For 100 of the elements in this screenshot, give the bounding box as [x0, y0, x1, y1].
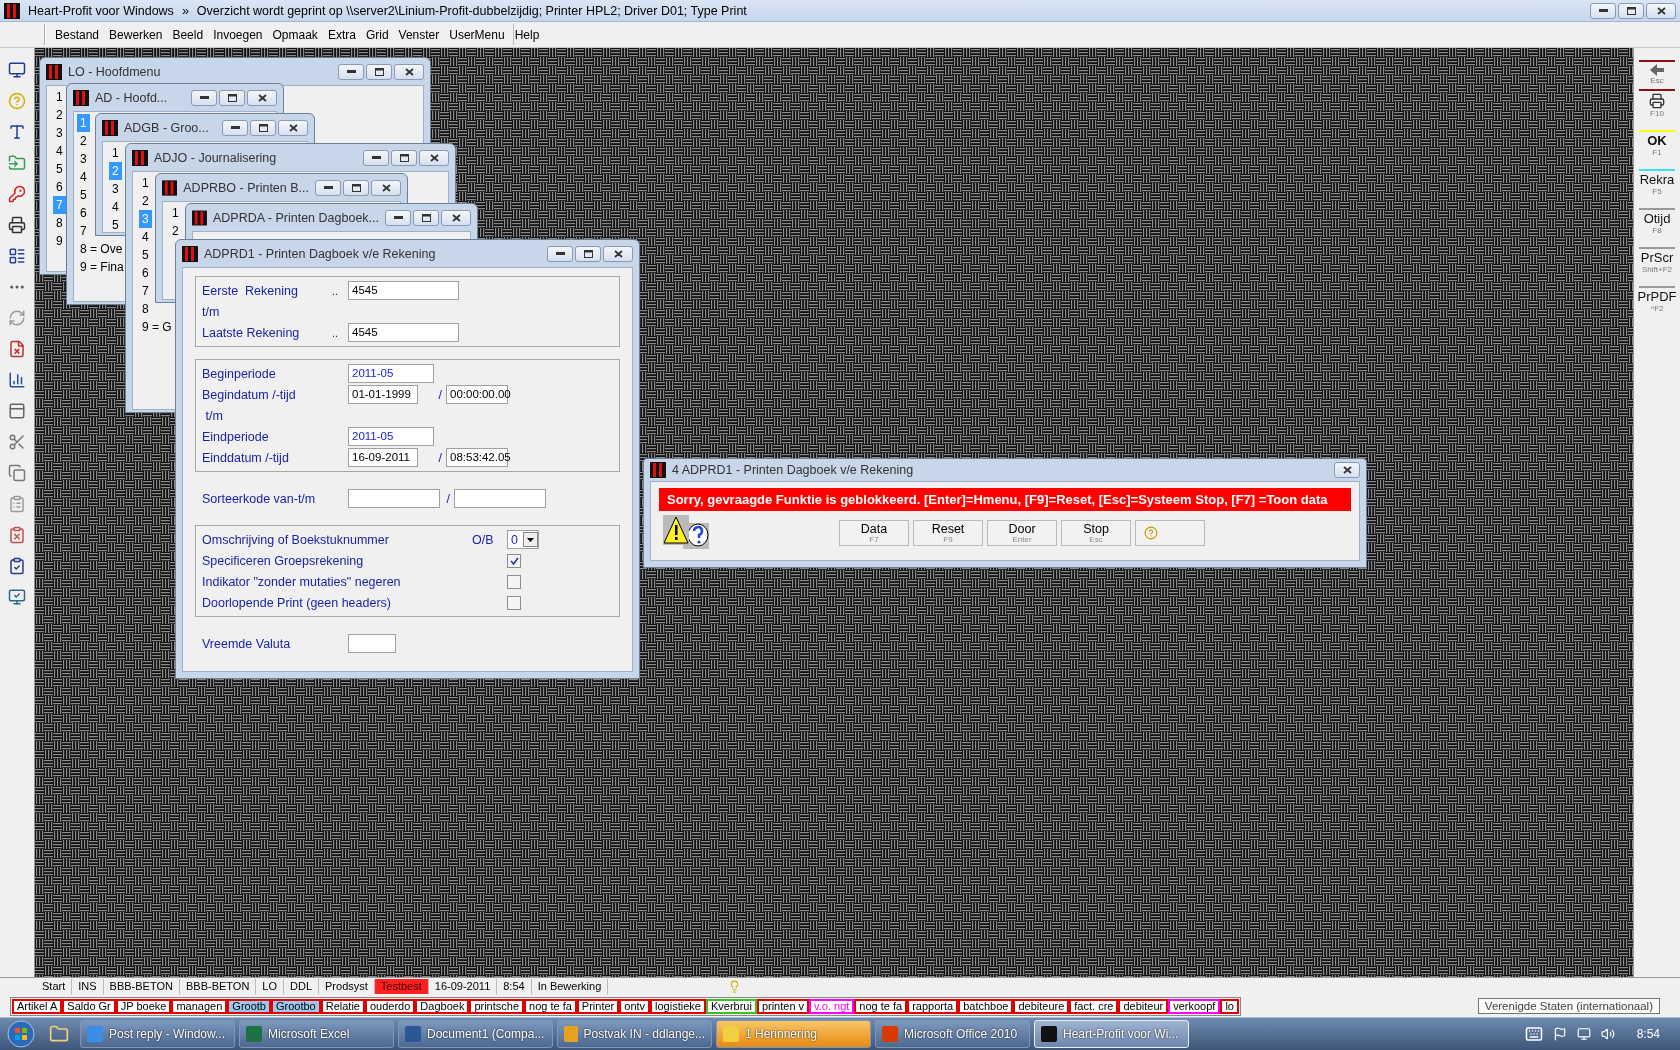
close-button[interactable] [278, 119, 308, 136]
checkbox[interactable] [507, 574, 521, 589]
menu-list-item[interactable]: 2 [53, 106, 66, 124]
dialog-button[interactable]: Stop Esc [1061, 520, 1131, 546]
restore-button[interactable] [1618, 2, 1644, 19]
restore-button[interactable] [250, 119, 276, 136]
taskbar-button[interactable]: Microsoft Excel [239, 1020, 394, 1048]
menu-list-item[interactable]: 4 [53, 142, 66, 160]
toolbar-button[interactable]: Rekra F5 [1639, 169, 1675, 196]
quick-tab[interactable]: JP boeke [115, 998, 172, 1014]
menu-item[interactable]: Extra [322, 27, 361, 42]
toolbar-button[interactable]: Otijd F8 [1639, 208, 1675, 235]
toolbar-button[interactable]: PrPDF ^F2 [1639, 286, 1675, 313]
restore-button[interactable] [343, 179, 369, 196]
menu-list-item[interactable]: 6 [139, 264, 152, 282]
menu-item[interactable]: Help [509, 27, 545, 42]
menu-list-item[interactable]: 2 [169, 222, 182, 240]
menu-item[interactable]: Invoegen [208, 27, 268, 42]
start-button[interactable] [4, 1019, 38, 1049]
quick-tab[interactable]: debiteur [1118, 998, 1169, 1014]
network-icon[interactable] [1576, 1027, 1591, 1041]
flag-icon[interactable] [1552, 1027, 1567, 1041]
menu-item[interactable]: Beeld [167, 27, 209, 42]
date-field[interactable]: 16-09-2011 [348, 448, 418, 467]
input-field[interactable]: 2011-05 [348, 427, 434, 446]
menu-list-item[interactable]: 8 [139, 300, 152, 318]
quick-tab[interactable]: lo [1220, 998, 1239, 1014]
quick-tab[interactable]: printen v [756, 998, 810, 1014]
toolbar-button[interactable]: OK F1 [1639, 130, 1675, 157]
taskbar-button[interactable]: Post reply - Window... [80, 1020, 235, 1048]
quick-tab[interactable]: Grootbo [270, 998, 321, 1014]
time-field[interactable]: 00:00:00.00 [446, 385, 508, 404]
menu-list-item[interactable]: 3 [77, 150, 90, 168]
minimize-button[interactable] [338, 63, 364, 80]
menu-list-item[interactable]: 3 [53, 124, 66, 142]
menu-list-item[interactable]: 9 [53, 232, 66, 250]
quick-tab[interactable]: debiteure [1013, 998, 1070, 1014]
menu-list-item[interactable]: 6 [77, 204, 90, 222]
menu-item[interactable]: UserMenu [444, 27, 510, 42]
quick-tab[interactable]: Dagboek [415, 998, 470, 1014]
menu-list-item[interactable]: 5 [77, 186, 90, 204]
menu-list-item[interactable]: 1 [139, 174, 152, 192]
menu-list-item[interactable]: 4 [109, 198, 122, 216]
key-icon[interactable] [7, 184, 27, 204]
quick-tab[interactable]: verkoopf [1168, 998, 1221, 1014]
minimize-button[interactable] [385, 209, 411, 226]
quick-tab[interactable]: ontv [619, 998, 651, 1014]
menu-item[interactable]: Opmaak [267, 27, 323, 42]
menu-list-item[interactable]: 2 [77, 132, 90, 150]
restore-button[interactable] [219, 89, 245, 106]
folder-icon[interactable] [7, 153, 27, 173]
menu-list-item[interactable]: 3 [109, 180, 122, 198]
menu-item[interactable]: Bestand [50, 27, 105, 42]
quick-tab[interactable]: nog te fa [524, 998, 577, 1014]
menu-list-item[interactable]: 1 [53, 88, 66, 106]
printer-icon[interactable] [7, 215, 27, 235]
panel-icon[interactable] [7, 401, 27, 421]
taskbar-button[interactable]: Microsoft Office 2010 [875, 1020, 1030, 1048]
dropdown[interactable]: 0 [507, 530, 539, 549]
dialog-button[interactable]: Data F7 [839, 520, 909, 546]
toolbar-button[interactable]: PrScr Shift+F2 [1639, 247, 1675, 274]
back-button[interactable]: Esc [1639, 60, 1675, 85]
minimize-button[interactable] [191, 89, 217, 106]
menu-list-item[interactable]: 5 [109, 216, 122, 232]
date-field[interactable]: 01-01-1999 [348, 385, 418, 404]
menu-list-item[interactable]: 9 = Fina [77, 258, 127, 276]
print-button[interactable]: F10 [1639, 89, 1675, 118]
close-button[interactable] [394, 63, 424, 80]
menu-item[interactable]: Grid [360, 27, 394, 42]
quick-tab[interactable]: Relatie [320, 998, 365, 1014]
quick-tab[interactable]: nog te fa [854, 998, 908, 1014]
monitor-check-icon[interactable] [7, 587, 27, 607]
input-field[interactable]: 4545 [348, 323, 459, 342]
restore-button[interactable] [366, 63, 392, 80]
quick-tab[interactable]: ouderdo [364, 998, 416, 1014]
menu-list-item[interactable]: 7 [77, 222, 90, 240]
close-button[interactable] [1334, 462, 1360, 478]
input-field[interactable] [348, 634, 396, 653]
input-field[interactable]: 2011-05 [348, 364, 434, 383]
clipboard-check-icon[interactable] [7, 556, 27, 576]
menu-list-item[interactable]: 4 [139, 228, 152, 246]
quick-tab[interactable]: Artikel A [12, 998, 63, 1014]
close-button[interactable] [603, 245, 633, 262]
clipboard-icon[interactable] [7, 494, 27, 514]
menu-list-item[interactable]: 7 [139, 282, 152, 300]
menu-list-item[interactable]: 5 [139, 246, 152, 264]
quick-tab[interactable]: managen [171, 998, 228, 1014]
taskbar-button[interactable]: Postvak IN - ddlange... [557, 1020, 712, 1048]
restore-button[interactable] [391, 149, 417, 166]
minimize-button[interactable] [547, 245, 573, 262]
minimize-button[interactable] [363, 149, 389, 166]
input-field[interactable]: 4545 [348, 281, 459, 300]
quick-tab[interactable]: batchboe [958, 998, 1014, 1014]
checkbox[interactable] [507, 595, 521, 610]
minimize-button[interactable] [222, 119, 248, 136]
clipboard-x-icon[interactable] [7, 525, 27, 545]
monitor-icon[interactable] [7, 60, 27, 80]
quick-tab[interactable]: rapporta [907, 998, 959, 1014]
input-field[interactable] [454, 489, 546, 508]
restore-button[interactable] [575, 245, 601, 262]
